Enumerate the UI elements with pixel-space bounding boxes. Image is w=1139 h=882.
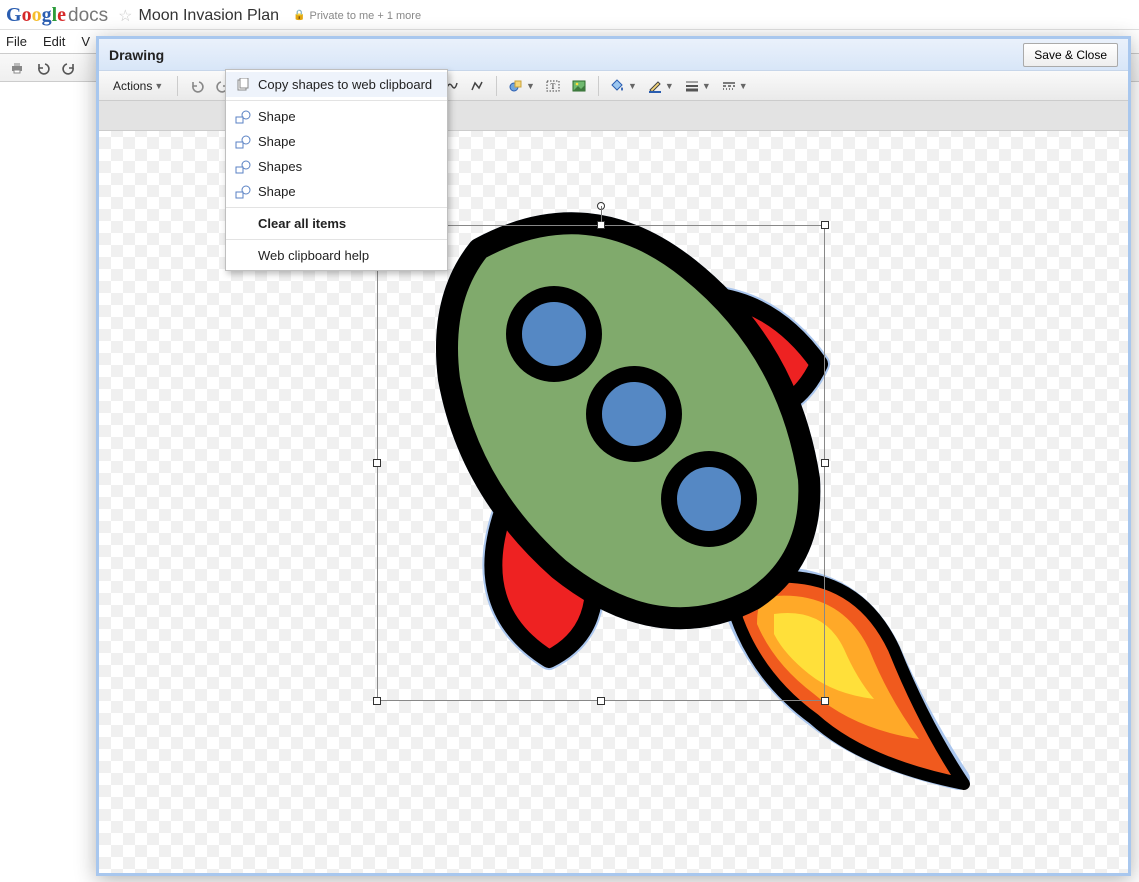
print-icon[interactable] [6, 58, 28, 78]
menu-item-label: Shape [258, 184, 296, 199]
menu-item-label: Copy shapes to web clipboard [258, 77, 432, 92]
rotate-handle-stem [601, 206, 602, 222]
resize-handle-s[interactable] [597, 697, 605, 705]
menu-item-clear-all[interactable]: Clear all items [226, 211, 447, 236]
chevron-down-icon: ▼ [665, 81, 674, 91]
drawing-dialog: Drawing Save & Close Actions ▼ ▼ ▼ ▼ [96, 36, 1131, 876]
lock-icon: 🔒 [293, 10, 305, 21]
privacy-indicator[interactable]: 🔒 Private to me + 1 more [293, 10, 421, 22]
menu-view-truncated[interactable]: V [81, 34, 90, 49]
line-dash-button[interactable]: ▼ [717, 75, 752, 97]
web-clipboard-dropdown: Copy shapes to web clipboard Shape Shape… [225, 69, 448, 271]
resize-handle-sw[interactable] [373, 697, 381, 705]
menu-item-label: Shape [258, 109, 296, 124]
copy-icon [234, 78, 252, 92]
svg-text:T: T [551, 82, 556, 91]
menu-separator [226, 207, 447, 208]
toolbar-separator [177, 76, 178, 96]
chevron-down-icon: ▼ [526, 81, 535, 91]
undo-icon[interactable] [32, 58, 54, 78]
line-weight-button[interactable]: ▼ [680, 75, 715, 97]
fill-color-button[interactable]: ▼ [606, 75, 641, 97]
chevron-down-icon: ▼ [702, 81, 711, 91]
undo-button[interactable] [185, 75, 209, 97]
dialog-title: Drawing [109, 47, 164, 63]
menu-item-copy-shapes[interactable]: Copy shapes to web clipboard [226, 72, 447, 97]
resize-handle-se[interactable] [821, 697, 829, 705]
menu-separator [226, 239, 447, 240]
shape-icon [234, 135, 252, 149]
chevron-down-icon: ▼ [154, 81, 163, 91]
shape-icon [234, 110, 252, 124]
selection-bounding-box[interactable] [377, 225, 825, 701]
save-close-button[interactable]: Save & Close [1023, 43, 1118, 67]
docs-logo-word: docs [68, 5, 108, 27]
toolbar-separator [598, 76, 599, 96]
resize-handle-e[interactable] [821, 459, 829, 467]
menu-item-clipboard-help[interactable]: Web clipboard help [226, 243, 447, 268]
menu-item-label: Shapes [258, 159, 302, 174]
menu-item-shapes[interactable]: Shapes [226, 154, 447, 179]
menu-file[interactable]: File [6, 34, 27, 49]
resize-handle-ne[interactable] [821, 221, 829, 229]
line-color-button[interactable]: ▼ [643, 75, 678, 97]
star-icon[interactable]: ☆ [118, 6, 132, 26]
toolbar-separator [496, 76, 497, 96]
shape-tool-button[interactable]: ▼ [504, 75, 539, 97]
redo-icon[interactable] [58, 58, 80, 78]
polyline-tool-button[interactable] [465, 75, 489, 97]
resize-handle-n[interactable] [597, 221, 605, 229]
menu-separator [226, 100, 447, 101]
menu-item-shape-1[interactable]: Shape [226, 104, 447, 129]
resize-handle-w[interactable] [373, 459, 381, 467]
privacy-text: Private to me + 1 more [309, 10, 421, 22]
chevron-down-icon: ▼ [739, 81, 748, 91]
menu-item-label: Web clipboard help [258, 248, 369, 263]
image-tool-button[interactable] [567, 75, 591, 97]
dialog-titlebar: Drawing Save & Close [99, 39, 1128, 71]
document-title[interactable]: Moon Invasion Plan [139, 7, 280, 25]
google-logo: Google [6, 4, 66, 27]
menu-item-label: Shape [258, 134, 296, 149]
app-header: Google docs ☆ Moon Invasion Plan 🔒 Priva… [0, 0, 1139, 30]
actions-label: Actions [113, 79, 152, 93]
actions-menu-button[interactable]: Actions ▼ [106, 75, 170, 97]
text-tool-button[interactable]: T [541, 75, 565, 97]
menu-item-label: Clear all items [258, 216, 346, 231]
chevron-down-icon: ▼ [628, 81, 637, 91]
menu-item-shape-3[interactable]: Shape [226, 179, 447, 204]
menu-item-shape-2[interactable]: Shape [226, 129, 447, 154]
menu-edit[interactable]: Edit [43, 34, 65, 49]
shape-icon [234, 185, 252, 199]
shape-icon [234, 160, 252, 174]
